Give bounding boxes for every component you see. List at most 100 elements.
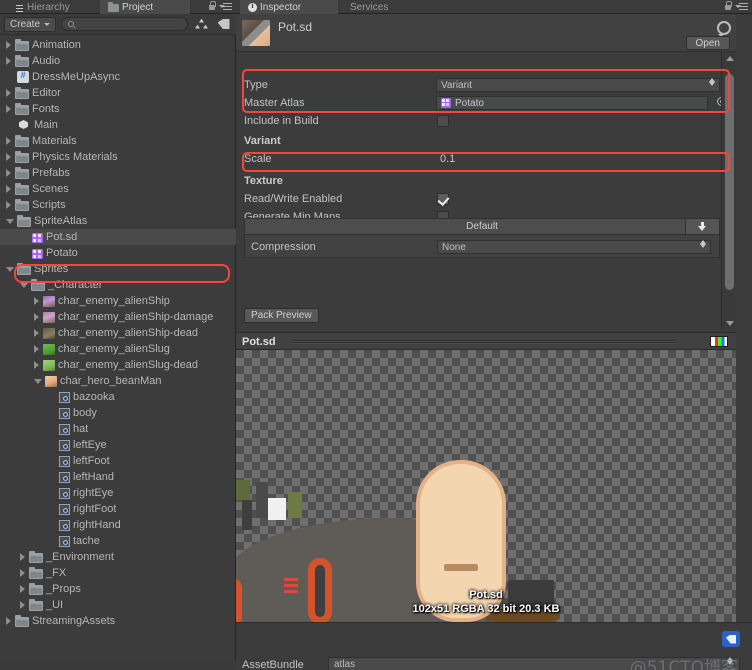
tree-item-rightfoot[interactable]: rightFoot	[0, 501, 236, 517]
chevron-right-icon[interactable]	[20, 553, 25, 561]
tree-item-lefteye[interactable]: leftEye	[0, 437, 236, 453]
tree-item-char-enemy-alienslug[interactable]: char_enemy_alienSlug	[0, 341, 236, 357]
tree-item-editor[interactable]: Editor	[0, 85, 236, 101]
tab-project[interactable]: Project	[100, 0, 190, 14]
scroll-up-icon[interactable]	[726, 56, 734, 61]
tree-item-scripts[interactable]: Scripts	[0, 197, 236, 213]
chevron-right-icon[interactable]	[34, 297, 39, 305]
tree-item-bazooka[interactable]: bazooka	[0, 389, 236, 405]
tab-hierarchy[interactable]: Hierarchy	[6, 0, 86, 14]
tree-item-materials[interactable]: Materials	[0, 133, 236, 149]
tree-item-character[interactable]: _Character	[0, 277, 236, 293]
tree-item-label: Audio	[32, 55, 61, 67]
search-field[interactable]	[61, 17, 188, 31]
chevron-right-icon[interactable]	[6, 169, 11, 177]
panel-menu-icon[interactable]	[735, 2, 748, 11]
platform-tab-default[interactable]: Default	[466, 221, 498, 232]
chevron-right-icon[interactable]	[34, 329, 39, 337]
chevron-right-icon[interactable]	[6, 153, 11, 161]
chevron-down-icon[interactable]	[20, 282, 28, 288]
pack-preview-button[interactable]: Pack Preview	[244, 308, 319, 323]
tree-item-fx[interactable]: _FX	[0, 565, 236, 581]
tree-item-char-enemy-alienship-dead[interactable]: char_enemy_alienShip-dead	[0, 325, 236, 341]
label-filter-button[interactable]	[215, 17, 232, 32]
tree-item-environment[interactable]: _Environment	[0, 549, 236, 565]
chevron-right-icon[interactable]	[34, 361, 39, 369]
tree-item-scenes[interactable]: Scenes	[0, 181, 236, 197]
read-write-checkbox[interactable]	[437, 193, 449, 205]
tab-services[interactable]: Services	[342, 0, 408, 14]
inspector-scrollbar[interactable]	[721, 52, 736, 330]
tree-item-spriteatlas[interactable]: SpriteAtlas	[0, 213, 236, 229]
tree-item-righteye[interactable]: rightEye	[0, 485, 236, 501]
chevron-right-icon[interactable]	[6, 89, 11, 97]
type-dropdown[interactable]: Variant	[436, 78, 720, 92]
chevron-right-icon[interactable]	[6, 57, 11, 65]
master-atlas-objectfield[interactable]: Potato	[436, 96, 708, 110]
tree-item-physics-materials[interactable]: Physics Materials	[0, 149, 236, 165]
project-horizontal-scrollbar[interactable]	[0, 659, 236, 670]
tree-item-label: _FX	[46, 567, 67, 579]
tree-item-lefthand[interactable]: leftHand	[0, 469, 236, 485]
tree-item-animation[interactable]: Animation	[0, 37, 236, 53]
include-in-build-checkbox[interactable]	[437, 115, 449, 127]
chevron-down-icon[interactable]	[6, 218, 14, 224]
lock-icon[interactable]	[208, 1, 216, 11]
tree-item-audio[interactable]: Audio	[0, 53, 236, 69]
create-button[interactable]: Create	[4, 16, 57, 32]
tree-item-char-enemy-alienship[interactable]: char_enemy_alienShip	[0, 293, 236, 309]
tree-item-streamingassets[interactable]: StreamingAssets	[0, 613, 236, 629]
compression-dropdown[interactable]: None	[437, 240, 711, 254]
panel-menu-icon[interactable]	[219, 2, 232, 11]
tree-item-main[interactable]: Main	[0, 117, 236, 133]
tree-item-sprites[interactable]: Sprites	[0, 261, 236, 277]
folder-icon	[15, 38, 29, 51]
lock-icon[interactable]	[724, 1, 732, 11]
scale-value[interactable]: 0.1	[440, 153, 455, 165]
project-tree[interactable]: Animation Audio DressMeUpAsync Editor Fonts M…	[0, 35, 236, 670]
tree-item-props[interactable]: _Props	[0, 581, 236, 597]
chevron-down-icon[interactable]	[34, 378, 42, 384]
tree-item-char-enemy-alienship-damage[interactable]: char_enemy_alienShip-damage	[0, 309, 236, 325]
tree-item-leftfoot[interactable]: leftFoot	[0, 453, 236, 469]
channel-swatch-icon[interactable]	[710, 336, 728, 347]
tab-inspector[interactable]: Inspector	[240, 0, 338, 14]
chevron-right-icon[interactable]	[20, 601, 25, 609]
create-button-label: Create	[10, 18, 41, 30]
chevron-right-icon[interactable]	[6, 185, 11, 193]
scroll-down-icon[interactable]	[726, 321, 734, 326]
tree-item-dressmeupasync[interactable]: DressMeUpAsync	[0, 69, 236, 85]
tree-item-ui[interactable]: _UI	[0, 597, 236, 613]
platform-tab-bar[interactable]: Default	[245, 219, 719, 235]
tree-item-righthand[interactable]: rightHand	[0, 517, 236, 533]
chevron-right-icon[interactable]	[20, 569, 25, 577]
search-input[interactable]	[78, 18, 181, 30]
type-filter-button[interactable]	[193, 17, 210, 32]
chevron-down-icon[interactable]	[6, 266, 14, 272]
chevron-right-icon[interactable]	[6, 201, 11, 209]
gear-icon[interactable]	[716, 20, 731, 37]
open-button[interactable]: Open	[685, 36, 730, 50]
bundle-tag-icon[interactable]	[722, 631, 740, 647]
tree-item-fonts[interactable]: Fonts	[0, 101, 236, 117]
chevron-right-icon[interactable]	[6, 105, 11, 113]
chevron-right-icon[interactable]	[6, 617, 11, 625]
tree-item-tache[interactable]: tache	[0, 533, 236, 549]
inspector-tab-options[interactable]	[724, 1, 748, 11]
tree-item-prefabs[interactable]: Prefabs	[0, 165, 236, 181]
chevron-right-icon[interactable]	[34, 313, 39, 321]
chevron-right-icon[interactable]	[6, 41, 11, 49]
chevron-right-icon[interactable]	[6, 137, 11, 145]
project-tab-options[interactable]	[208, 1, 232, 11]
scrollbar-thumb[interactable]	[725, 74, 734, 290]
platform-dropdown-button[interactable]	[685, 219, 719, 234]
tree-item-potato[interactable]: Potato	[0, 245, 236, 261]
chevron-right-icon[interactable]	[20, 585, 25, 593]
tree-item-char-enemy-alienslug-dead[interactable]: char_enemy_alienSlug-dead	[0, 357, 236, 373]
tree-item-pot-sd[interactable]: Pot.sd	[0, 229, 236, 245]
tree-item-char-hero-beanman[interactable]: char_hero_beanMan	[0, 373, 236, 389]
tree-item-body[interactable]: body	[0, 405, 236, 421]
tree-item-hat[interactable]: hat	[0, 421, 236, 437]
chevron-right-icon[interactable]	[34, 345, 39, 353]
preview-resize-grip[interactable]	[292, 340, 676, 344]
